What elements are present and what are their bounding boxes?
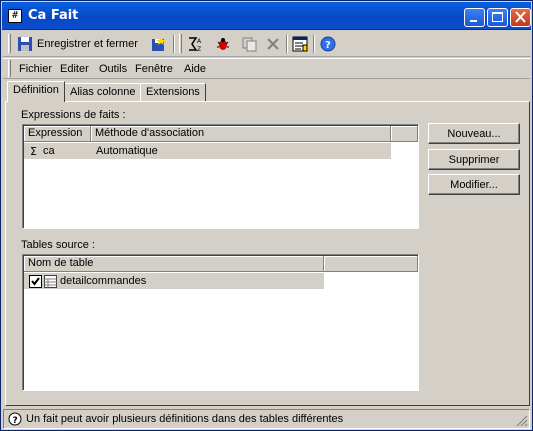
source-tables-list[interactable]: Nom de table detailcommandes (22, 254, 419, 391)
table-name-cell: detailcommandes (60, 275, 147, 287)
menubar-grip[interactable] (8, 60, 11, 77)
minimize-button[interactable] (464, 8, 485, 27)
modify-button[interactable]: Modifier... (428, 174, 520, 195)
debug-button[interactable] (215, 34, 231, 54)
menu-bar: Fichier Editer Outils Fenêtre Aide (3, 58, 530, 79)
method-cell: Automatique (96, 145, 158, 157)
expressions-list[interactable]: Expression Méthode d'association Σ ca Au… (22, 124, 419, 229)
properties-button[interactable] (292, 34, 308, 54)
expression-icon: Σ (30, 145, 37, 158)
menu-fichier[interactable]: Fichier (19, 63, 52, 75)
copy-icon (242, 37, 257, 52)
toolbar-separator (286, 35, 288, 53)
column-header-expression[interactable]: Expression (24, 126, 91, 142)
app-window: # Ca Fait Enregistrer et fermer A Z ? Fi… (0, 0, 533, 431)
table-row[interactable]: detailcommandes (24, 273, 324, 289)
tab-extensions[interactable]: Extensions (140, 83, 206, 101)
status-text: Un fait peut avoir plusieurs définitions… (26, 413, 344, 425)
maximize-button[interactable] (487, 8, 508, 27)
window-title: Ca Fait (28, 8, 79, 23)
help-icon: ? (320, 36, 336, 52)
copy-button[interactable] (241, 34, 257, 54)
close-button[interactable] (510, 8, 531, 27)
column-header-table-name[interactable]: Nom de table (24, 256, 324, 272)
resize-grip-icon[interactable] (516, 415, 528, 427)
new-object-button[interactable] (150, 34, 166, 54)
app-icon: # (8, 9, 22, 23)
menu-editer[interactable]: Editer (60, 63, 89, 75)
svg-text:Σ: Σ (30, 145, 37, 158)
toolbar-separator (173, 35, 175, 53)
info-icon: ? (8, 412, 22, 426)
svg-text:?: ? (325, 40, 331, 51)
expressions-label: Expressions de faits : (21, 109, 126, 121)
properties-icon (292, 36, 308, 52)
table-row[interactable]: Σ ca Automatique (24, 143, 391, 159)
bug-icon (217, 38, 229, 50)
toolbar-separator (313, 35, 315, 53)
minimize-icon (470, 20, 477, 22)
expression-cell: ca (43, 145, 55, 157)
svg-text:Z: Z (197, 46, 201, 52)
toolbar-grip[interactable] (179, 34, 182, 53)
menu-outils[interactable]: Outils (99, 63, 127, 75)
menu-fenetre[interactable]: Fenêtre (135, 63, 173, 75)
save-icon (18, 37, 32, 51)
checkbox-checked-icon[interactable] (29, 275, 42, 288)
column-header-filler (391, 126, 418, 142)
title-bar[interactable]: # Ca Fait (2, 2, 531, 30)
new-button[interactable]: Nouveau... (428, 123, 520, 144)
sort-button[interactable]: AZ (187, 34, 203, 54)
sort-icon: AZ (189, 37, 202, 52)
close-icon (515, 11, 526, 23)
table-icon (44, 275, 57, 288)
svg-text:A: A (197, 38, 202, 45)
column-header-method[interactable]: Méthode d'association (91, 126, 391, 142)
maximize-icon (492, 12, 503, 22)
new-object-icon (152, 37, 166, 51)
column-header-filler (324, 256, 418, 272)
svg-text:?: ? (13, 416, 18, 426)
tab-definition[interactable]: Définition (7, 81, 65, 102)
delete-icon (267, 38, 279, 50)
tab-panel-definition: Expressions de faits : Expression Méthod… (5, 101, 530, 406)
help-button[interactable]: ? (320, 34, 336, 54)
status-bar: ? Un fait peut avoir plusieurs définitio… (3, 409, 530, 429)
toolbar: Enregistrer et fermer AZ ? (3, 31, 530, 57)
delete-expression-button[interactable]: Supprimer (428, 149, 520, 170)
menu-aide[interactable]: Aide (184, 63, 206, 75)
tab-alias-colonne[interactable]: Alias colonne (64, 83, 142, 101)
source-tables-label: Tables source : (21, 239, 95, 251)
save-close-label: Enregistrer et fermer (37, 38, 138, 50)
save-close-button[interactable]: Enregistrer et fermer (17, 34, 138, 54)
delete-button[interactable] (265, 34, 281, 54)
toolbar-grip[interactable] (8, 34, 11, 53)
